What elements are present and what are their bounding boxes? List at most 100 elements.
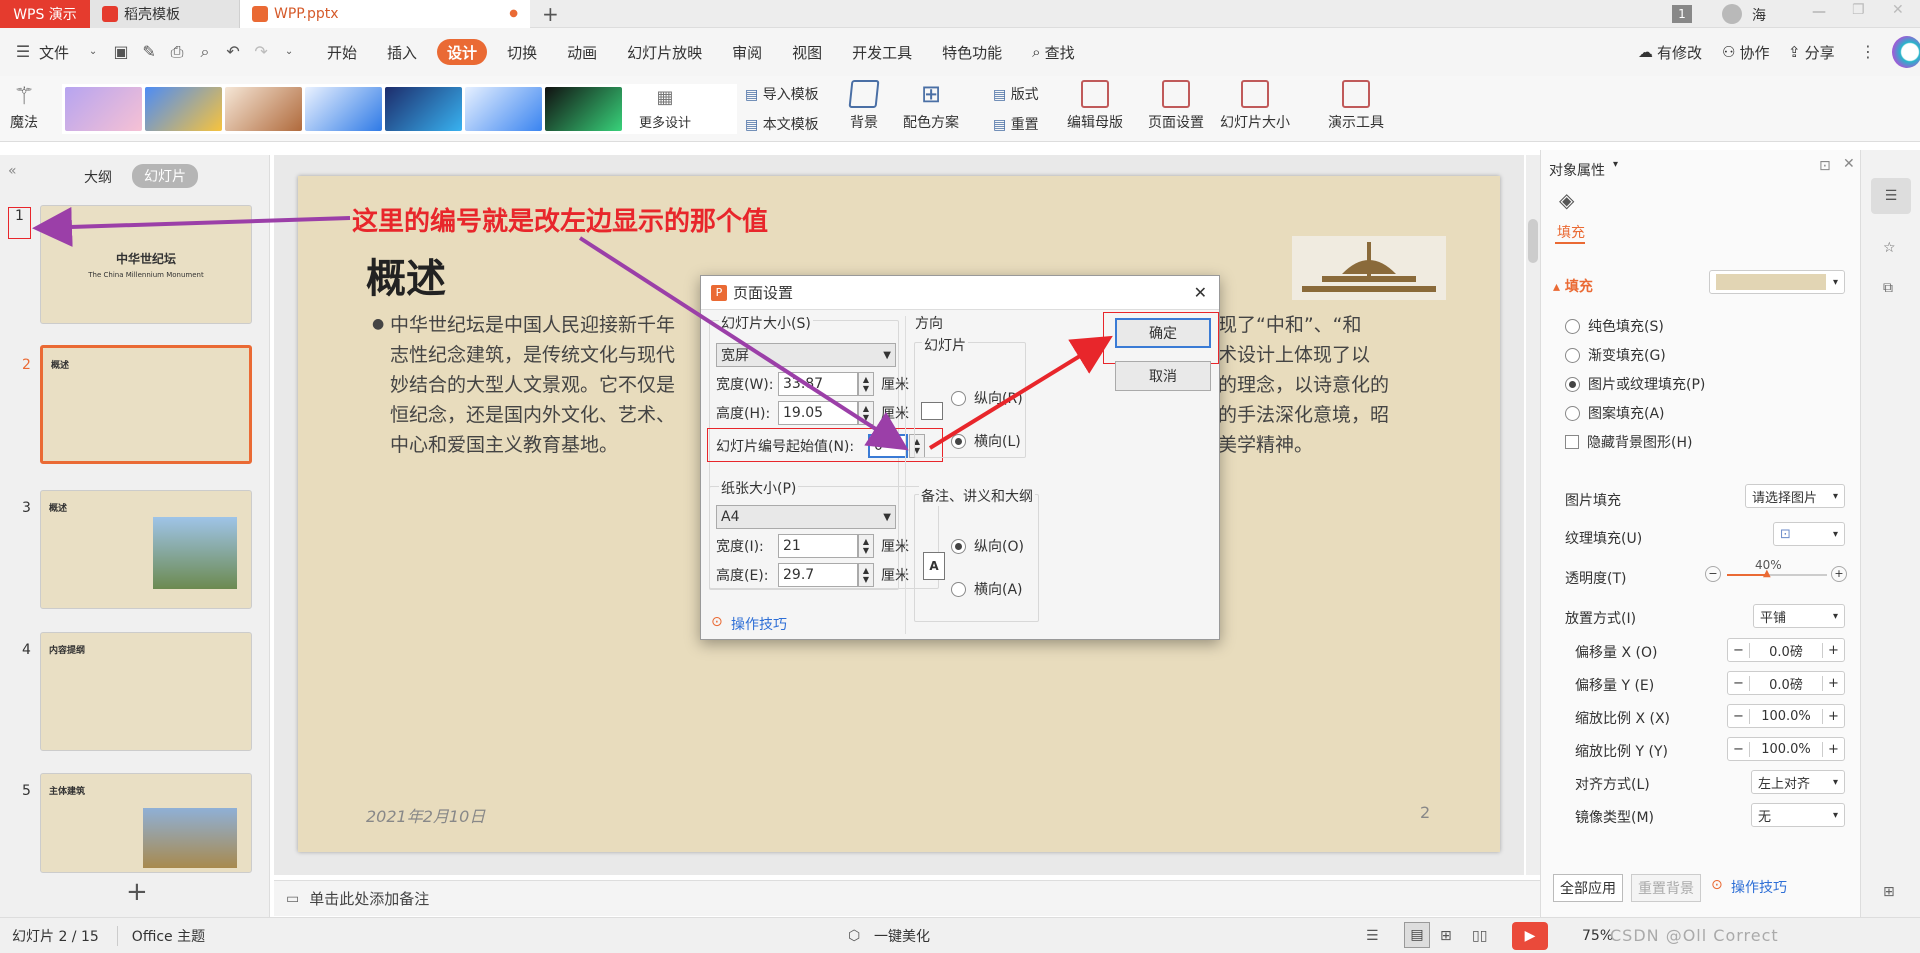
template-tab[interactable]: 稻壳模板 — [90, 0, 240, 28]
dialog-titlebar[interactable]: P 页面设置 ✕ — [701, 276, 1219, 310]
color-scheme-button[interactable]: ⊞ 配色方案 — [903, 80, 959, 132]
template-thumb[interactable] — [145, 87, 222, 131]
file-menu[interactable]: 文件 — [37, 39, 79, 65]
template-thumb[interactable] — [385, 87, 462, 131]
width-spinner[interactable]: ▲ ▼ — [858, 372, 874, 396]
page-badge[interactable]: 1 — [1672, 5, 1692, 23]
reset-button[interactable]: ▤ 重置 — [993, 114, 1039, 134]
spin-down-icon[interactable]: ▼ — [863, 413, 869, 422]
vertical-scrollbar[interactable] — [1526, 155, 1540, 875]
paper-height-input[interactable]: 29.7 — [778, 563, 858, 587]
template-thumb[interactable] — [545, 87, 622, 131]
add-slide-button[interactable]: + — [126, 877, 148, 907]
hide-bg-option[interactable]: 隐藏背景图形(H) — [1565, 432, 1692, 452]
save-icon[interactable]: ▣ — [112, 43, 130, 61]
align-dropdown[interactable]: 左上对齐 ▾ — [1751, 770, 1845, 794]
slide-thumbnail[interactable]: 主体建筑 — [40, 773, 252, 873]
increment-button[interactable]: + — [1822, 741, 1844, 757]
start-number-input[interactable]: 0 — [868, 434, 908, 458]
notes-bar[interactable]: ▭ 单击此处添加备注 — [274, 880, 1540, 916]
scrollbar-thumb[interactable] — [1528, 219, 1538, 263]
background-button[interactable]: 背景 — [848, 80, 880, 132]
maximize-icon[interactable]: ❐ — [1852, 2, 1865, 18]
beautify-button[interactable]: 一键美化 — [874, 926, 930, 946]
template-thumb[interactable] — [305, 87, 382, 131]
pattern-fill-option[interactable]: 图案填充(A) — [1565, 403, 1665, 423]
chevron-down-icon[interactable]: ⌄ — [84, 43, 102, 61]
menu-developer[interactable]: 开发工具 — [842, 39, 922, 65]
collapse-panel-icon[interactable]: « — [8, 163, 17, 179]
slide-title[interactable]: 概述 — [366, 246, 446, 304]
offset-x-value[interactable]: 0.0磅 — [1750, 641, 1822, 660]
slides-tab[interactable]: 幻灯片 — [132, 164, 198, 188]
paper-height-spinner[interactable]: ▲ ▼ — [858, 563, 874, 587]
menu-design[interactable]: 设计 — [437, 39, 488, 65]
app-tab[interactable]: WPS 演示 — [0, 0, 90, 28]
edit-master-button[interactable]: 编辑母版 — [1067, 80, 1123, 132]
redo-icon[interactable]: ↷ — [252, 43, 270, 61]
play-slideshow-icon[interactable]: ▶ — [1512, 922, 1548, 950]
spin-down-icon[interactable]: ▼ — [863, 575, 869, 584]
slide-thumbnail[interactable]: 内容提纲 — [40, 632, 252, 751]
menu-review[interactable]: 审阅 — [722, 39, 772, 65]
slide-body-right[interactable]: 现了“中和”、“和 术设计上体现了以 的理念，以诗意化的 的手法深化意境，昭 美… — [1218, 310, 1458, 460]
presentation-tools-button[interactable]: 演示工具 — [1328, 80, 1384, 132]
menu-insert[interactable]: 插入 — [377, 39, 427, 65]
increment-button[interactable]: + — [1822, 708, 1844, 724]
solid-fill-option[interactable]: 纯色填充(S) — [1565, 316, 1664, 336]
radio-selected[interactable] — [1565, 376, 1580, 392]
page-setup-button[interactable]: 页面设置 — [1148, 80, 1204, 132]
increment-button[interactable]: + — [1822, 642, 1844, 658]
reset-background-button[interactable]: 重置背景 — [1631, 874, 1701, 902]
menu-home[interactable]: 开始 — [317, 39, 367, 65]
decrement-button[interactable]: − — [1728, 741, 1750, 757]
chevron-down-icon[interactable]: ▾ — [1613, 159, 1618, 170]
decrement-button[interactable]: − — [1728, 675, 1750, 691]
panel-title[interactable]: 对象属性 — [1549, 160, 1605, 180]
more-design-button[interactable]: ▦ 更多设计 — [639, 87, 691, 131]
menu-transition[interactable]: 切换 — [497, 39, 547, 65]
menu-features[interactable]: 特色功能 — [932, 39, 1012, 65]
slider-handle[interactable]: ▲ — [1763, 568, 1771, 579]
transparency-increase-button[interactable]: + — [1831, 566, 1847, 582]
height-spinner[interactable]: ▲ ▼ — [858, 401, 874, 425]
format-painter-icon[interactable]: ✎ — [140, 43, 158, 61]
ok-button[interactable]: 确定 — [1115, 318, 1211, 348]
spin-down-icon[interactable]: ▼ — [863, 546, 869, 555]
fill-bucket-icon[interactable]: ◈ — [1559, 188, 1574, 212]
new-tab-button[interactable]: + — [530, 0, 571, 28]
scale-y-stepper[interactable]: −100.0% + — [1727, 737, 1845, 761]
layout-button[interactable]: ▤ 版式 — [993, 84, 1039, 104]
layers-icon[interactable]: ⧉ — [1883, 280, 1893, 296]
paper-width-spinner[interactable]: ▲ ▼ — [858, 534, 874, 558]
close-window-icon[interactable]: ✕ — [1892, 2, 1904, 18]
texture-fill-dropdown[interactable]: ⊡ ▾ — [1773, 522, 1845, 546]
apps-icon[interactable]: ⊞ — [1883, 884, 1895, 900]
offset-y-stepper[interactable]: −0.0磅 + — [1727, 671, 1845, 695]
close-panel-icon[interactable]: ✕ — [1843, 156, 1855, 172]
scale-y-value[interactable]: 100.0% — [1750, 742, 1822, 757]
menu-animation[interactable]: 动画 — [557, 39, 607, 65]
spin-up-icon[interactable]: ▲ — [863, 537, 869, 546]
offset-y-value[interactable]: 0.0磅 — [1750, 674, 1822, 693]
increment-button[interactable]: + — [1822, 675, 1844, 691]
radio-selected[interactable] — [951, 538, 966, 554]
zoom-level[interactable]: 75% — [1582, 928, 1613, 944]
notes-placeholder[interactable]: 单击此处添加备注 — [309, 888, 429, 909]
placement-dropdown[interactable]: 平铺 ▾ — [1753, 604, 1845, 628]
outline-tab[interactable]: 大纲 — [84, 167, 112, 187]
menu-view[interactable]: 视图 — [782, 39, 832, 65]
avatar[interactable] — [1722, 4, 1742, 24]
notes-portrait-option[interactable]: 纵向(O) — [951, 536, 1024, 556]
print-preview-icon[interactable]: ⌕ — [196, 43, 214, 61]
transparency-slider[interactable] — [1727, 574, 1827, 576]
menu-slideshow[interactable]: 幻灯片放映 — [617, 39, 712, 65]
sorter-view-icon[interactable]: ⊞ — [1440, 928, 1452, 944]
magic-button[interactable]: ⚚ 魔法 — [10, 82, 38, 132]
lock-icon[interactable]: ⊡ — [1819, 158, 1831, 174]
slide-body-left[interactable]: 中华世纪坛是中国人民迎接新千年 志性纪念建筑，是传统文化与现代 妙结合的大型人文… — [390, 310, 720, 460]
offset-x-stepper[interactable]: −0.0磅 + — [1727, 638, 1845, 662]
more-icon[interactable]: ⋮ — [1859, 43, 1877, 61]
mirror-dropdown[interactable]: 无 ▾ — [1751, 803, 1845, 827]
spin-up-icon[interactable]: ▲ — [863, 404, 869, 413]
